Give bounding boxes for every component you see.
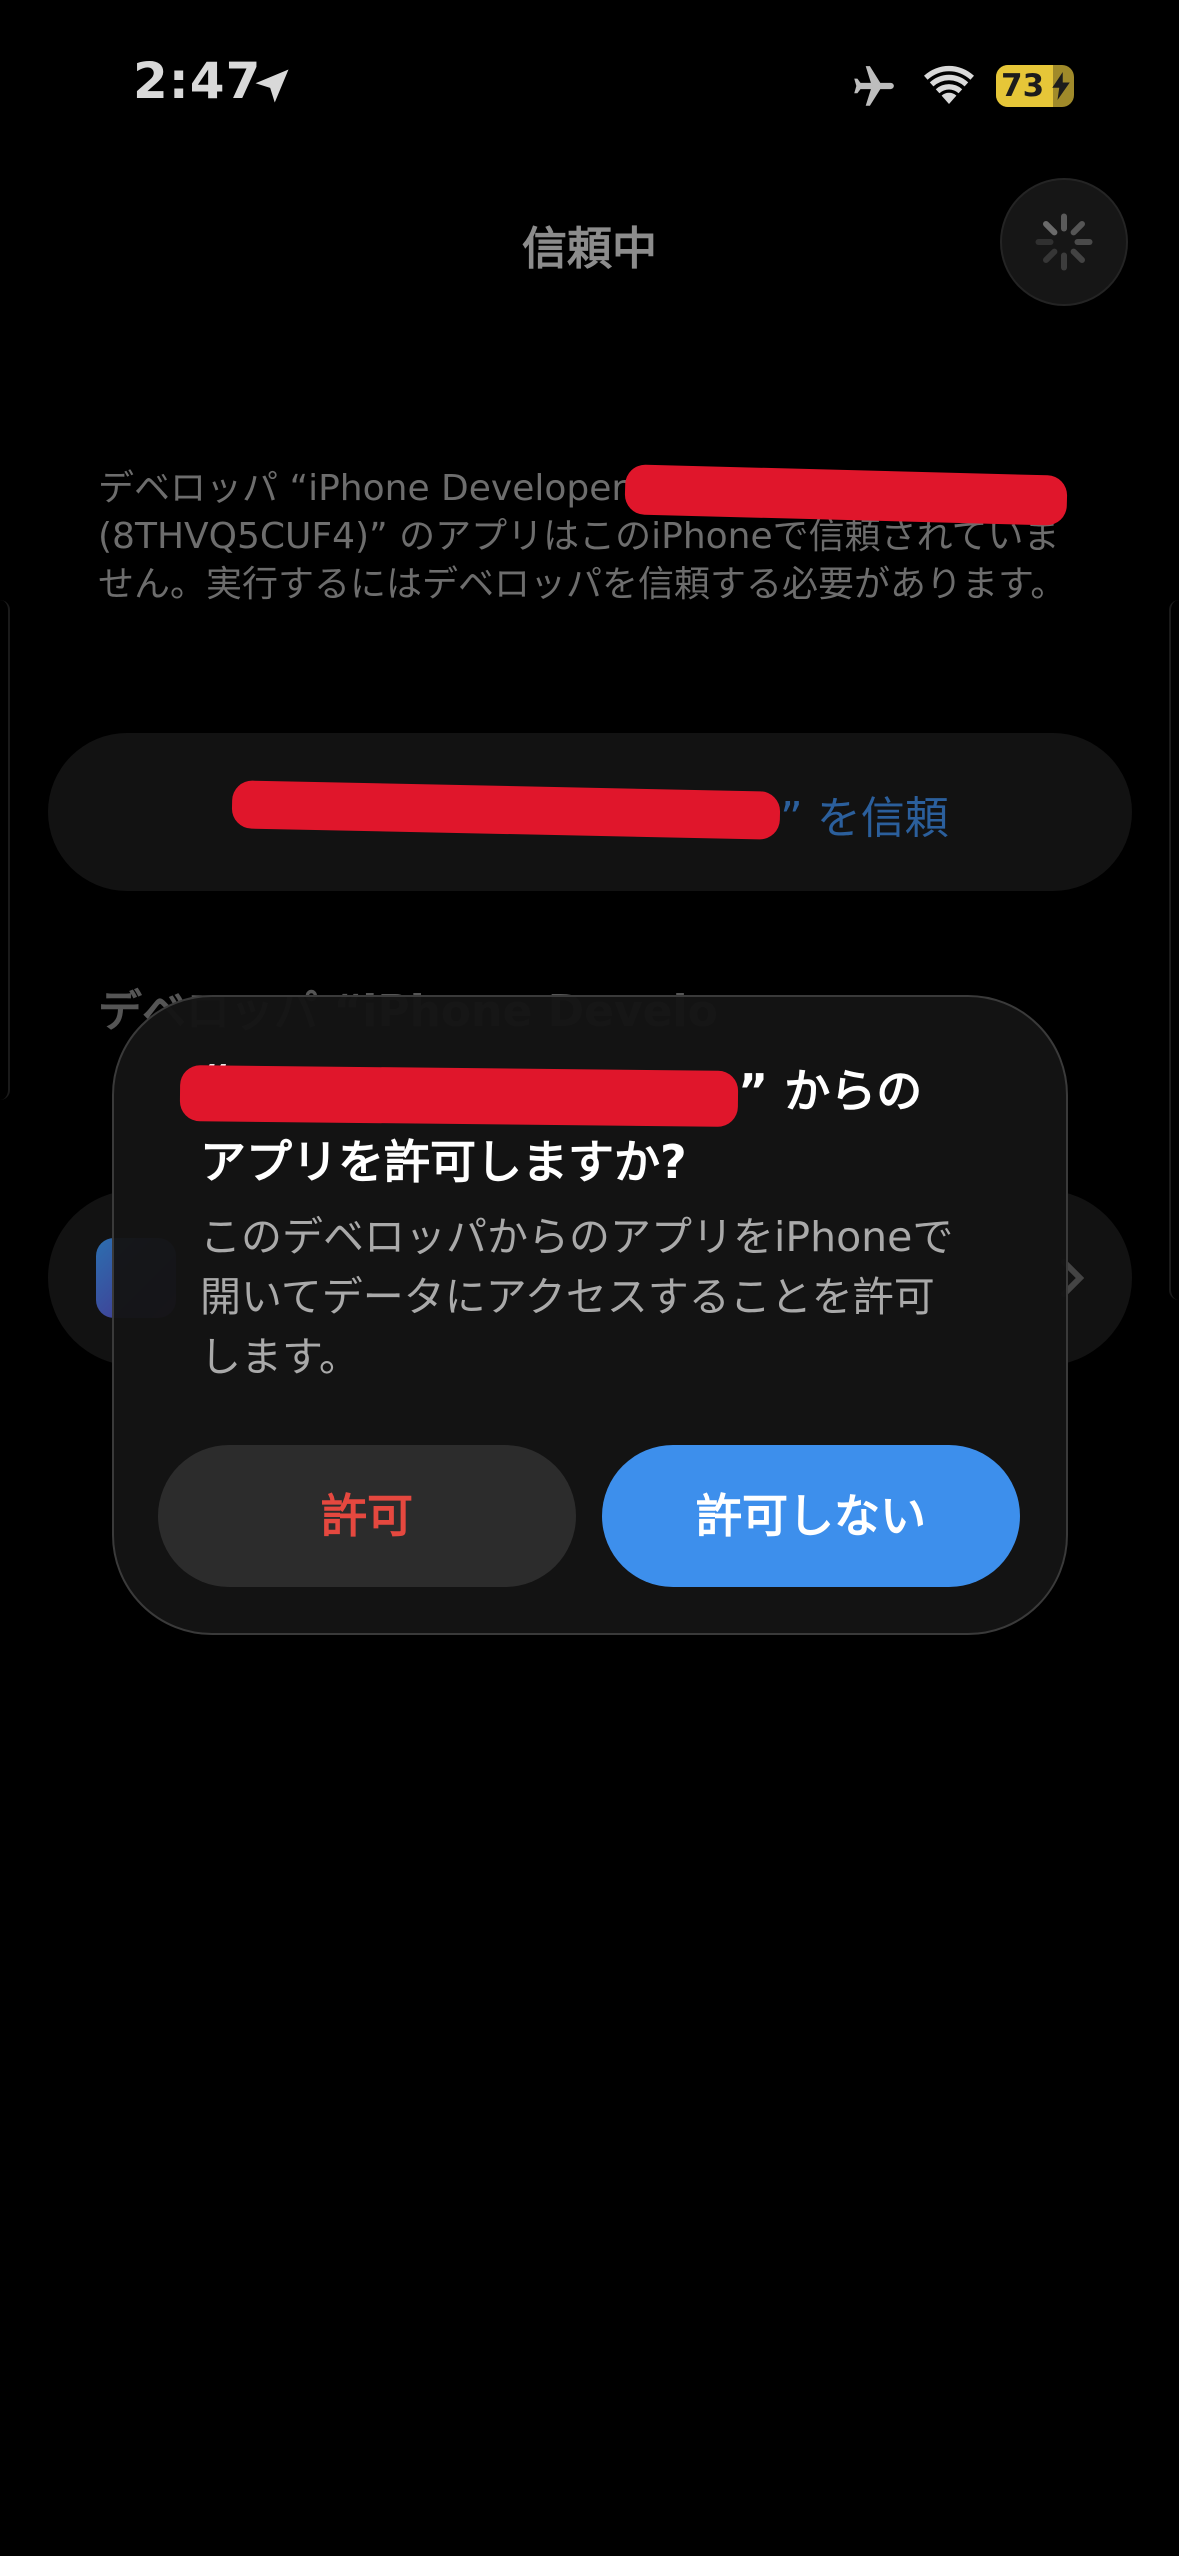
wifi-icon — [924, 65, 974, 104]
location-arrow-icon — [255, 69, 289, 103]
dialog-message: このデベロッパからのアプリをiPhoneで開いてデータにアクセスすることを許可し… — [200, 1213, 954, 1381]
dialog-title-line2: アプリを許可しますか? — [200, 1135, 687, 1189]
allow-button[interactable]: 許可 — [158, 1445, 576, 1587]
developer-info-suffix: (8THVQ5CUF4)” のアプリはこのiPhoneで信頼されていません。実行… — [98, 516, 1067, 605]
trust-button-label: ” を信頼 — [780, 793, 949, 844]
activity-spinner-icon — [1035, 213, 1093, 271]
redaction-dialog-title — [179, 1065, 739, 1127]
screen-edge-left — [0, 600, 10, 1100]
dialog-title-line1: ” からの — [738, 1064, 923, 1118]
screen-edge-right — [1169, 600, 1179, 1300]
activity-spinner — [1000, 178, 1128, 306]
airplane-icon — [854, 66, 894, 106]
status-time: 2:47 — [133, 52, 262, 110]
battery-indicator: 73 — [996, 65, 1074, 107]
battery-level: 73 — [1001, 68, 1045, 104]
developer-info-prefix: デベロッパ “iPhone Developer: — [98, 468, 638, 509]
status-bar: 2:47 73 — [0, 0, 1179, 175]
bolt-icon — [1052, 72, 1070, 100]
deny-button[interactable]: 許可しない — [602, 1445, 1020, 1587]
